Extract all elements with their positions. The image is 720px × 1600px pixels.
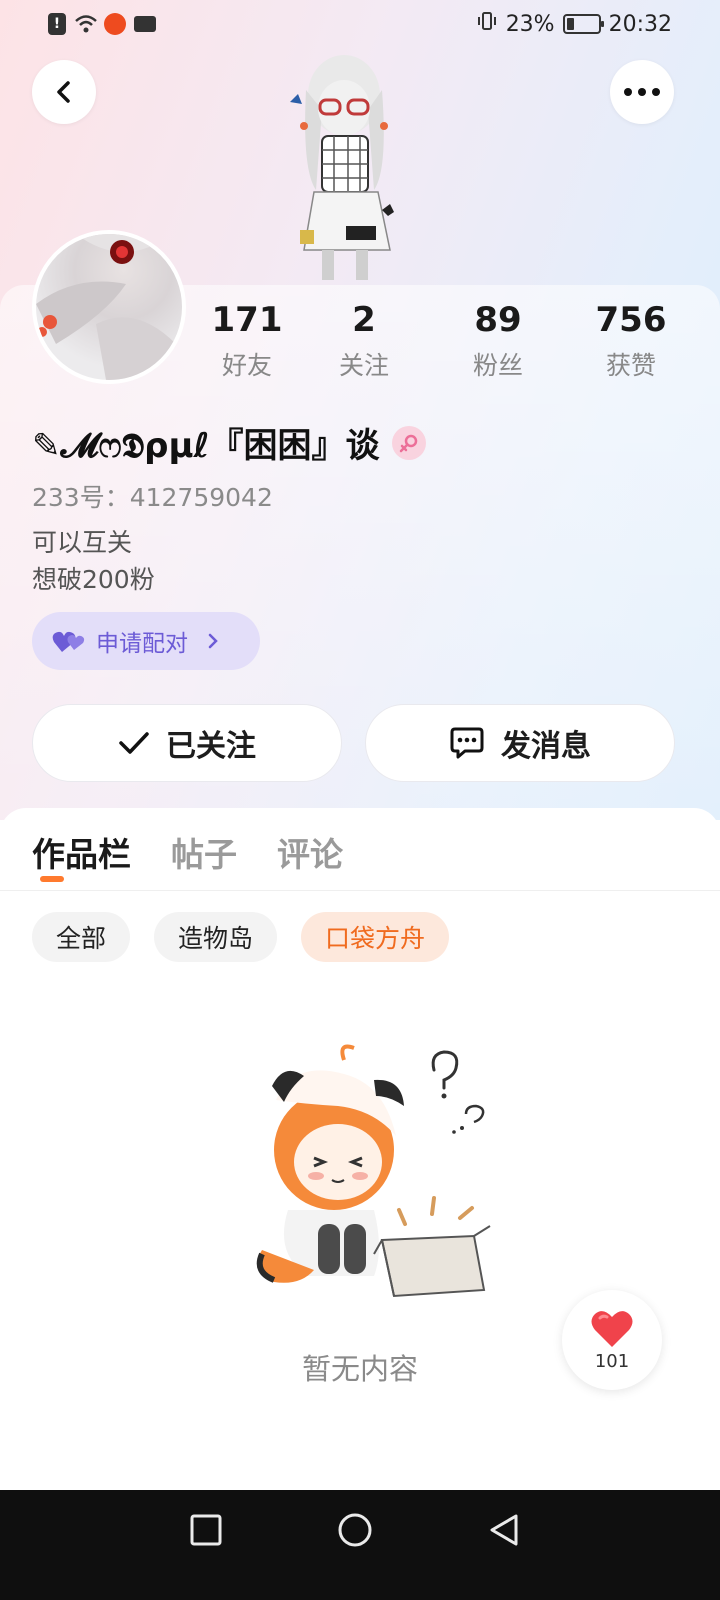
following-button[interactable]: 已关注 xyxy=(32,704,342,782)
stat-value: 756 xyxy=(595,300,667,340)
stat-friends[interactable]: 171 好友 xyxy=(187,300,307,382)
like-floating-button[interactable]: 101 xyxy=(562,1290,662,1390)
active-tab-indicator xyxy=(40,876,64,882)
avatar[interactable] xyxy=(32,230,186,384)
user-id: 233号：412759042 xyxy=(32,483,273,512)
stat-likes[interactable]: 756 获赞 xyxy=(571,300,691,382)
send-message-button[interactable]: 发消息 xyxy=(365,704,675,782)
stat-following[interactable]: 2 关注 xyxy=(304,300,424,382)
stat-label: 好友 xyxy=(221,351,272,380)
profile-stats: 171 好友 2 关注 89 粉丝 756 获赞 xyxy=(200,300,700,390)
pair-label: 申请配对 xyxy=(96,631,188,657)
empty-state-illustration xyxy=(256,1044,491,1298)
chevron-left-icon xyxy=(57,81,70,103)
character-figure[interactable] xyxy=(282,50,412,280)
filter-all[interactable]: 全部 xyxy=(32,912,131,962)
status-right-icons: 23% 20:32 xyxy=(476,10,672,38)
back-button[interactable] xyxy=(32,60,96,124)
home-circle-icon[interactable] xyxy=(335,1510,375,1550)
clock: 20:32 xyxy=(608,11,672,37)
battery-percent: 23% xyxy=(505,11,555,37)
bio-line: 想破200粉 xyxy=(32,565,155,594)
stat-label: 粉丝 xyxy=(472,351,523,380)
female-icon xyxy=(391,425,426,460)
stat-value: 171 xyxy=(211,300,283,340)
filter-creation-island[interactable]: 造物岛 xyxy=(154,912,278,962)
stat-value: 2 xyxy=(352,300,376,340)
wifi-icon xyxy=(74,13,97,35)
app-notification-icon xyxy=(104,13,126,35)
like-count: 101 xyxy=(594,1350,630,1372)
check-icon xyxy=(119,732,149,754)
hearts-icon xyxy=(52,631,85,652)
username: ✎𝓜ෆ𝕯ρμℓ『困困』谈 xyxy=(32,426,380,466)
vibrate-icon xyxy=(476,10,498,38)
status-bar: ! 23% 20:32 xyxy=(0,0,720,48)
tabs-divider xyxy=(0,890,720,891)
stat-fans[interactable]: 89 粉丝 xyxy=(438,300,558,382)
filter-chips: 全部 造物岛 口袋方舟 xyxy=(32,912,450,962)
chat-bubble-icon xyxy=(450,727,484,759)
following-label: 已关注 xyxy=(166,729,256,764)
status-left-icons: ! xyxy=(48,13,156,35)
alert-icon: ! xyxy=(48,13,66,35)
chevron-right-icon xyxy=(208,633,218,649)
more-horizontal-icon xyxy=(624,88,660,96)
pair-request-button[interactable]: 申请配对 xyxy=(32,612,260,670)
avatar-image xyxy=(36,234,182,380)
name-row: ✎𝓜ෆ𝕯ρμℓ『困困』谈 xyxy=(32,418,426,467)
filter-pocket-ark[interactable]: 口袋方舟 xyxy=(301,912,450,962)
bio-line: 可以互关 xyxy=(32,528,133,557)
bio: 可以互关 想破200粉 xyxy=(32,524,155,598)
stat-label: 关注 xyxy=(338,351,389,380)
stat-value: 89 xyxy=(474,300,522,340)
back-triangle-icon[interactable] xyxy=(484,1510,524,1550)
stat-label: 获赞 xyxy=(605,351,656,380)
battery-icon xyxy=(562,14,604,34)
more-button[interactable] xyxy=(610,60,674,124)
recents-square-icon[interactable] xyxy=(186,1510,226,1550)
heart-icon xyxy=(591,1310,633,1347)
video-icon xyxy=(134,16,156,32)
system-navigation-bar xyxy=(0,1490,720,1600)
message-label: 发消息 xyxy=(501,729,591,764)
